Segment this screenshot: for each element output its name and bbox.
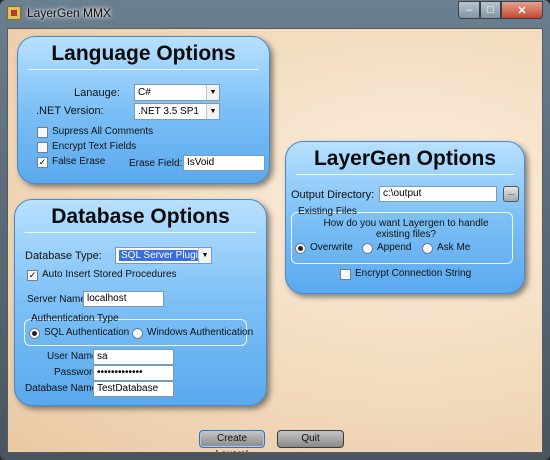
encrypt-text-fields-label: Encrypt Text Fields <box>52 141 137 152</box>
database-type-value: SQL Server Plugin <box>119 250 206 261</box>
net-version-select[interactable]: .NET 3.5 SP1 ▼ <box>134 103 220 120</box>
database-options-panel: Database Options Database Type: SQL Serv… <box>14 199 267 406</box>
output-directory-input[interactable]: c:\output <box>379 186 497 202</box>
windows-authentication-radio[interactable] <box>132 328 143 339</box>
panel-title: Database Options <box>51 205 230 228</box>
database-name-label: Database Name: <box>25 383 101 394</box>
database-name-input[interactable]: TestDatabase <box>93 381 174 397</box>
erase-field-input[interactable]: IsVoid <box>183 155 265 171</box>
chevron-down-icon[interactable]: ▼ <box>206 85 219 100</box>
create-layers-button[interactable]: Create Layers! <box>199 430 265 452</box>
windows-authentication-label: Windows Authentication <box>147 327 254 338</box>
ask-me-radio[interactable] <box>422 243 433 254</box>
erase-field-label: Erase Field: <box>129 158 183 169</box>
server-name-input[interactable]: localhost <box>83 291 164 307</box>
panel-title: LayerGen Options <box>313 147 497 170</box>
password-input[interactable]: ••••••••••••• <box>93 365 174 381</box>
net-version-value: .NET 3.5 SP1 <box>138 106 199 117</box>
chevron-down-icon[interactable]: ▼ <box>206 104 219 119</box>
maximize-button[interactable]: □ <box>480 1 501 19</box>
panel-title: Language Options <box>51 42 236 65</box>
quit-button[interactable]: Quit <box>277 430 344 448</box>
minimize-button[interactable]: – <box>458 1 480 19</box>
sql-authentication-radio[interactable] <box>29 328 40 339</box>
database-type-select[interactable]: SQL Server Plugin ▼ <box>115 247 212 264</box>
divider <box>28 69 259 70</box>
net-version-label: .NET Version: <box>36 105 104 117</box>
overwrite-label: Overwrite <box>310 242 353 253</box>
auto-insert-label: Auto Insert Stored Procedures <box>42 269 177 280</box>
language-value: C# <box>138 87 151 98</box>
existing-files-legend: Existing Files <box>298 206 357 217</box>
encrypt-connection-checkbox[interactable] <box>340 269 351 280</box>
layergen-options-panel: LayerGen Options Output Directory: c:\ou… <box>285 141 525 294</box>
close-button[interactable]: ✕ <box>501 1 543 19</box>
browse-button[interactable]: ... <box>503 186 519 202</box>
auto-insert-checkbox[interactable]: ✓ <box>27 270 38 281</box>
append-label: Append <box>377 242 412 253</box>
user-name-input[interactable]: sa <box>93 349 174 365</box>
divider <box>296 174 514 175</box>
encrypt-text-fields-checkbox[interactable] <box>37 142 48 153</box>
overwrite-radio[interactable] <box>295 243 306 254</box>
language-options-panel: Language Options Lanauge: C# ▼ .NET Vers… <box>17 36 270 184</box>
existing-files-question: How do you want Layergen to handle exist… <box>323 218 489 240</box>
window-title: LayerGen MMX <box>27 6 112 20</box>
server-name-label: Server Name: <box>27 294 89 305</box>
app-window: LayerGen MMX – □ ✕ Language Options Lana… <box>0 0 550 460</box>
ask-me-label: Ask Me <box>437 242 471 253</box>
title-bar: LayerGen MMX – □ ✕ <box>0 0 550 27</box>
language-label: Lanauge: <box>74 87 120 99</box>
database-type-label: Database Type: <box>25 250 102 262</box>
encrypt-connection-label: Encrypt Connection String <box>355 268 472 279</box>
append-radio[interactable] <box>362 243 373 254</box>
false-erase-label: False Erase <box>52 156 106 167</box>
divider <box>25 232 256 233</box>
authentication-type-legend: Authentication Type <box>31 313 119 324</box>
suppress-comments-label: Supress All Comments <box>52 126 154 137</box>
false-erase-checkbox[interactable]: ✓ <box>37 157 48 168</box>
suppress-comments-checkbox[interactable] <box>37 127 48 138</box>
output-directory-label: Output Directory: <box>291 189 375 201</box>
client-area: Language Options Lanauge: C# ▼ .NET Vers… <box>7 28 543 453</box>
app-icon <box>7 6 21 20</box>
sql-authentication-label: SQL Authentication <box>44 327 130 338</box>
language-select[interactable]: C# ▼ <box>134 84 220 101</box>
chevron-down-icon[interactable]: ▼ <box>198 248 211 263</box>
